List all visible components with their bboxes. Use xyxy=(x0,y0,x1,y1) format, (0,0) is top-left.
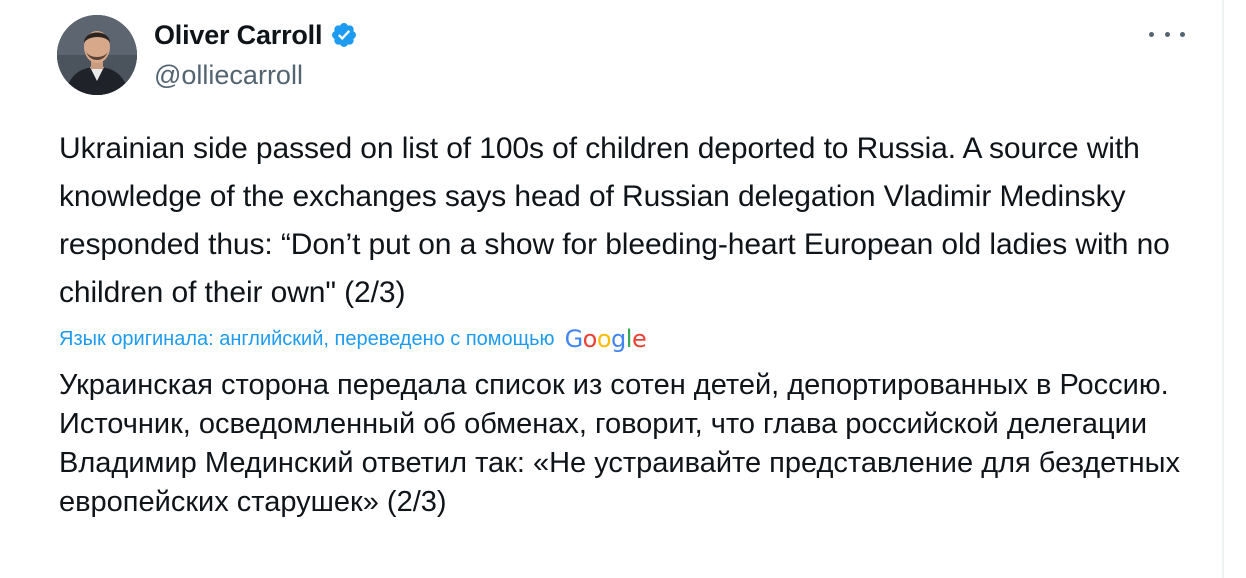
more-horizontal-icon xyxy=(1149,31,1154,37)
author-name-row[interactable]: Oliver Carroll xyxy=(154,18,358,52)
tweet-text-translated: Украинская сторона передала список из со… xyxy=(59,369,1180,518)
more-dot xyxy=(1164,31,1170,37)
tweet-card: Oliver Carroll @olliecarroll Ukrainian s… xyxy=(0,0,1246,578)
translation-notice-text[interactable]: Язык оригинала: английский, переведено с… xyxy=(59,325,555,353)
translation-notice[interactable]: Язык оригинала: английский, переведено с… xyxy=(59,325,647,353)
more-options-button[interactable] xyxy=(1149,22,1185,46)
avatar[interactable] xyxy=(57,15,137,95)
more-dot xyxy=(1180,31,1185,37)
author-handle[interactable]: @olliecarroll xyxy=(154,58,303,92)
tweet-text-original: Ukrainian side passed on list of 100s of… xyxy=(59,132,1170,309)
verified-badge-icon xyxy=(332,23,357,47)
card-border xyxy=(1222,0,1224,578)
avatar-image xyxy=(57,15,137,95)
author-display-name[interactable]: Oliver Carroll xyxy=(154,18,322,52)
google-logo: Google xyxy=(564,325,647,353)
